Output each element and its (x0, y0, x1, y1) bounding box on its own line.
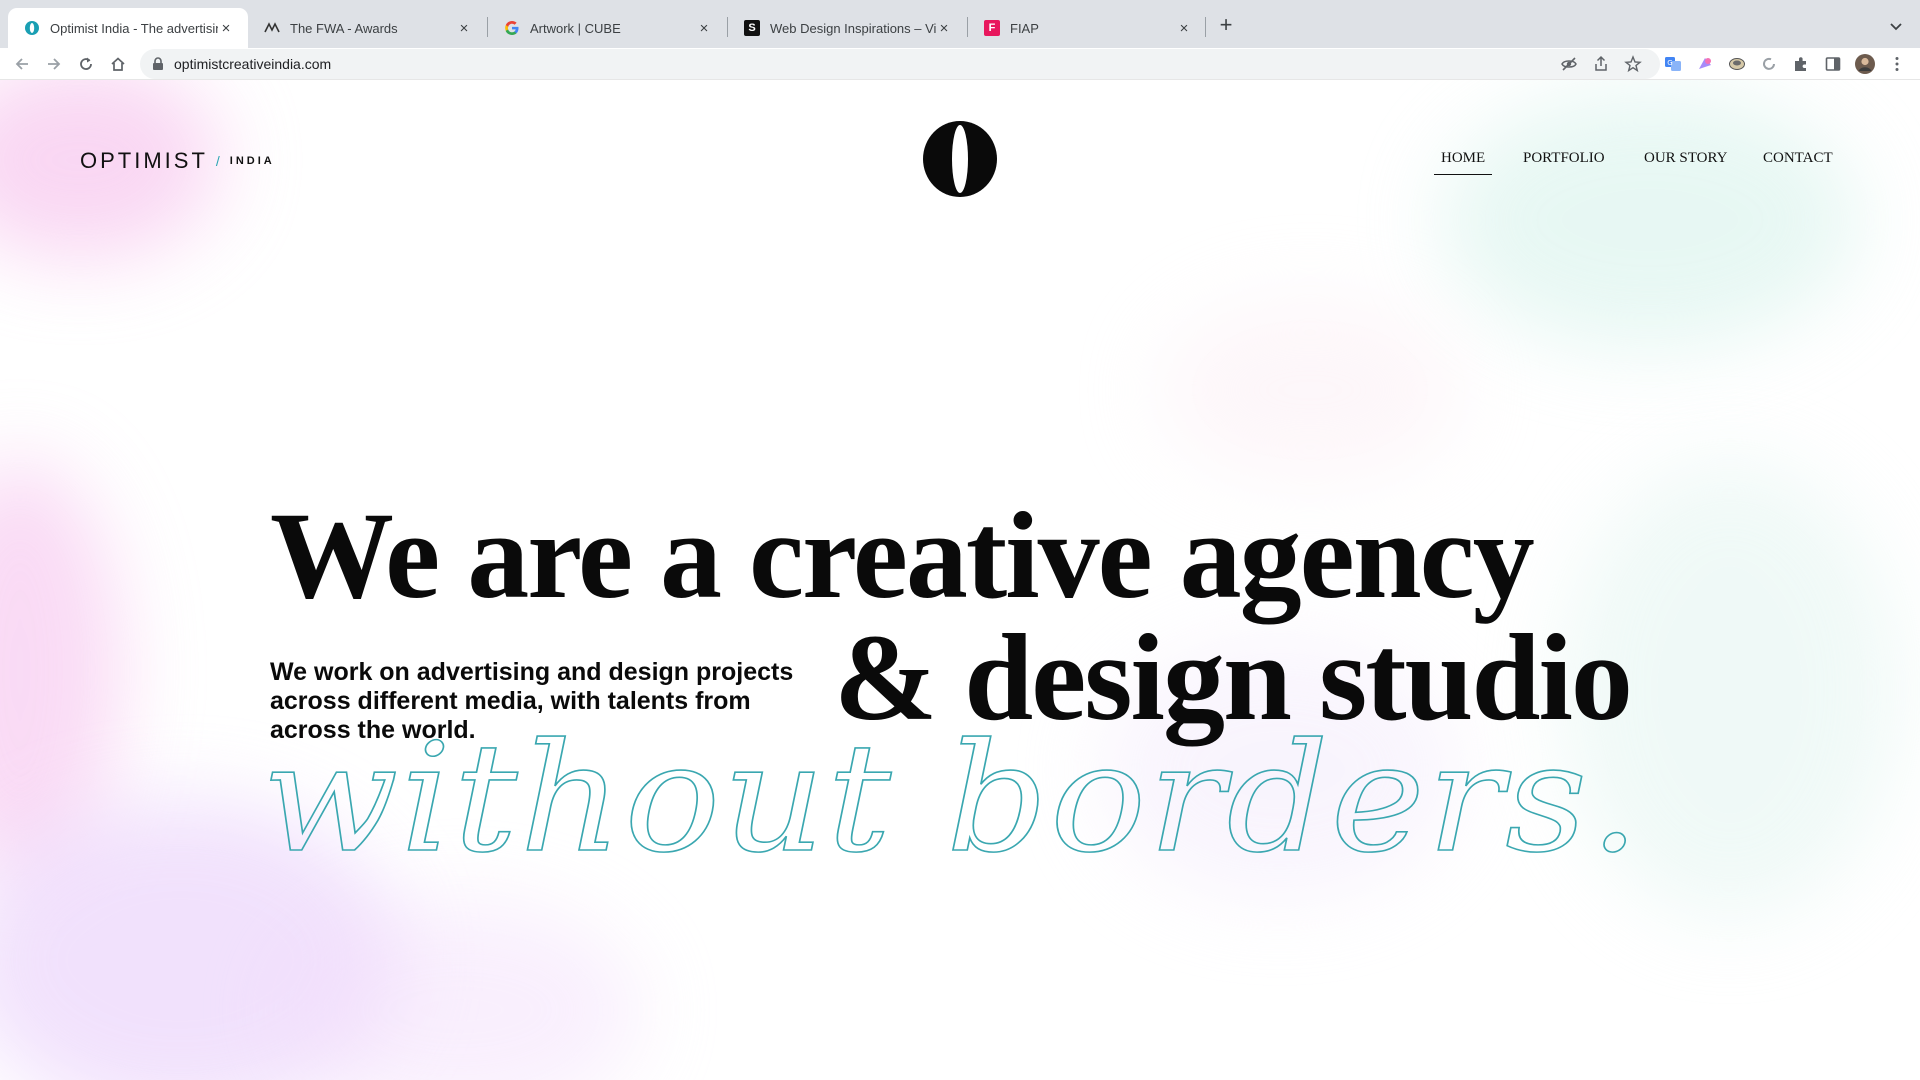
close-icon[interactable]: × (1176, 20, 1192, 37)
logo-region: INDIA (229, 155, 275, 167)
puzzle-icon (1795, 57, 1806, 71)
side-panel-icon (1825, 57, 1841, 71)
url-text: optimistcreativeindia.com (174, 56, 332, 72)
tab-separator (1205, 17, 1206, 37)
extension-button[interactable] (1725, 52, 1749, 76)
browser-toolbar: optimistcreativeindia.com G (0, 48, 1920, 80)
optimist-favicon-icon (24, 20, 40, 36)
arrow-left-icon (15, 58, 28, 70)
share-icon (1595, 55, 1607, 71)
reload-icon (80, 57, 92, 70)
browser-menu-button[interactable] (1885, 52, 1909, 76)
tab-web-design[interactable]: S Web Design Inspirations – Vict × (728, 8, 966, 48)
home-icon (111, 57, 125, 71)
tab-fwa[interactable]: The FWA - Awards × (248, 8, 486, 48)
star-icon (1624, 55, 1642, 73)
nav-home[interactable]: HOME (1433, 150, 1493, 175)
nav-our-story[interactable]: OUR STORY (1644, 150, 1728, 167)
translate-extension-button[interactable]: G (1661, 52, 1685, 76)
svg-text:G: G (1667, 59, 1672, 67)
tab-title: FIAP (1010, 20, 1039, 36)
chevron-down-icon (1890, 23, 1902, 31)
webpage-viewport: OPTIMIST / INDIA HOME PORTFOLIO OUR STOR… (0, 80, 1920, 1080)
background-marble (1440, 90, 1860, 350)
close-icon[interactable]: × (936, 20, 952, 37)
tab-fiap[interactable]: F FIAP × (968, 8, 1206, 48)
tab-cube[interactable]: Artwork | CUBE × (488, 8, 726, 48)
bookmark-button[interactable] (1621, 52, 1645, 76)
avatar (1855, 54, 1875, 74)
tracking-off-button[interactable] (1557, 52, 1581, 76)
extension-button[interactable] (1693, 52, 1717, 76)
extension-icon (1699, 58, 1711, 69)
kebab-menu-icon (1895, 57, 1899, 71)
side-panel-button[interactable] (1821, 52, 1845, 76)
share-button[interactable] (1589, 52, 1613, 76)
extension-button[interactable] (1757, 52, 1781, 76)
refresh-extension-icon (1763, 57, 1775, 70)
background-marble (1160, 300, 1460, 480)
logo-slash: / (215, 153, 220, 169)
forward-button[interactable] (40, 50, 68, 78)
close-icon[interactable]: × (218, 20, 234, 37)
arrow-right-icon (48, 58, 61, 70)
new-tab-button[interactable]: + (1212, 12, 1240, 40)
back-button[interactable] (8, 50, 36, 78)
extensions-menu-button[interactable] (1789, 52, 1813, 76)
extension-icon (1729, 58, 1745, 70)
close-icon[interactable]: × (456, 20, 472, 37)
brand-mark-icon[interactable] (920, 118, 1000, 200)
close-icon[interactable]: × (696, 20, 712, 37)
tab-title: Web Design Inspirations – Vict (770, 20, 936, 36)
address-bar[interactable]: optimistcreativeindia.com (140, 49, 1660, 79)
eye-slash-icon (1561, 57, 1577, 71)
fwa-favicon-icon (264, 20, 280, 36)
tab-optimist[interactable]: Optimist India - The advertising × (8, 8, 248, 48)
google-favicon-icon (504, 20, 520, 36)
reload-button[interactable] (72, 50, 100, 78)
site-logo[interactable]: OPTIMIST / INDIA (80, 148, 275, 174)
profile-button[interactable] (1853, 52, 1877, 76)
hero-subtitle: We work on advertising and design projec… (270, 658, 794, 744)
tab-title: Optimist India - The advertising (50, 20, 218, 36)
home-button[interactable] (104, 50, 132, 78)
hero-headline-line-1: We are a creative agency (270, 487, 1535, 624)
lock-icon (153, 57, 163, 70)
nav-contact[interactable]: CONTACT (1763, 150, 1833, 167)
translate-icon: G (1665, 57, 1681, 71)
tab-title: Artwork | CUBE (530, 20, 621, 36)
logo-wordmark: OPTIMIST (80, 148, 208, 173)
fiap-favicon-icon: F (984, 20, 1000, 36)
tab-title: The FWA - Awards (290, 20, 398, 36)
nav-portfolio[interactable]: PORTFOLIO (1523, 150, 1605, 167)
tab-strip: Optimist India - The advertising × The F… (0, 0, 1920, 48)
tab-search-button[interactable] (1884, 14, 1908, 38)
s-favicon-icon: S (744, 20, 760, 36)
